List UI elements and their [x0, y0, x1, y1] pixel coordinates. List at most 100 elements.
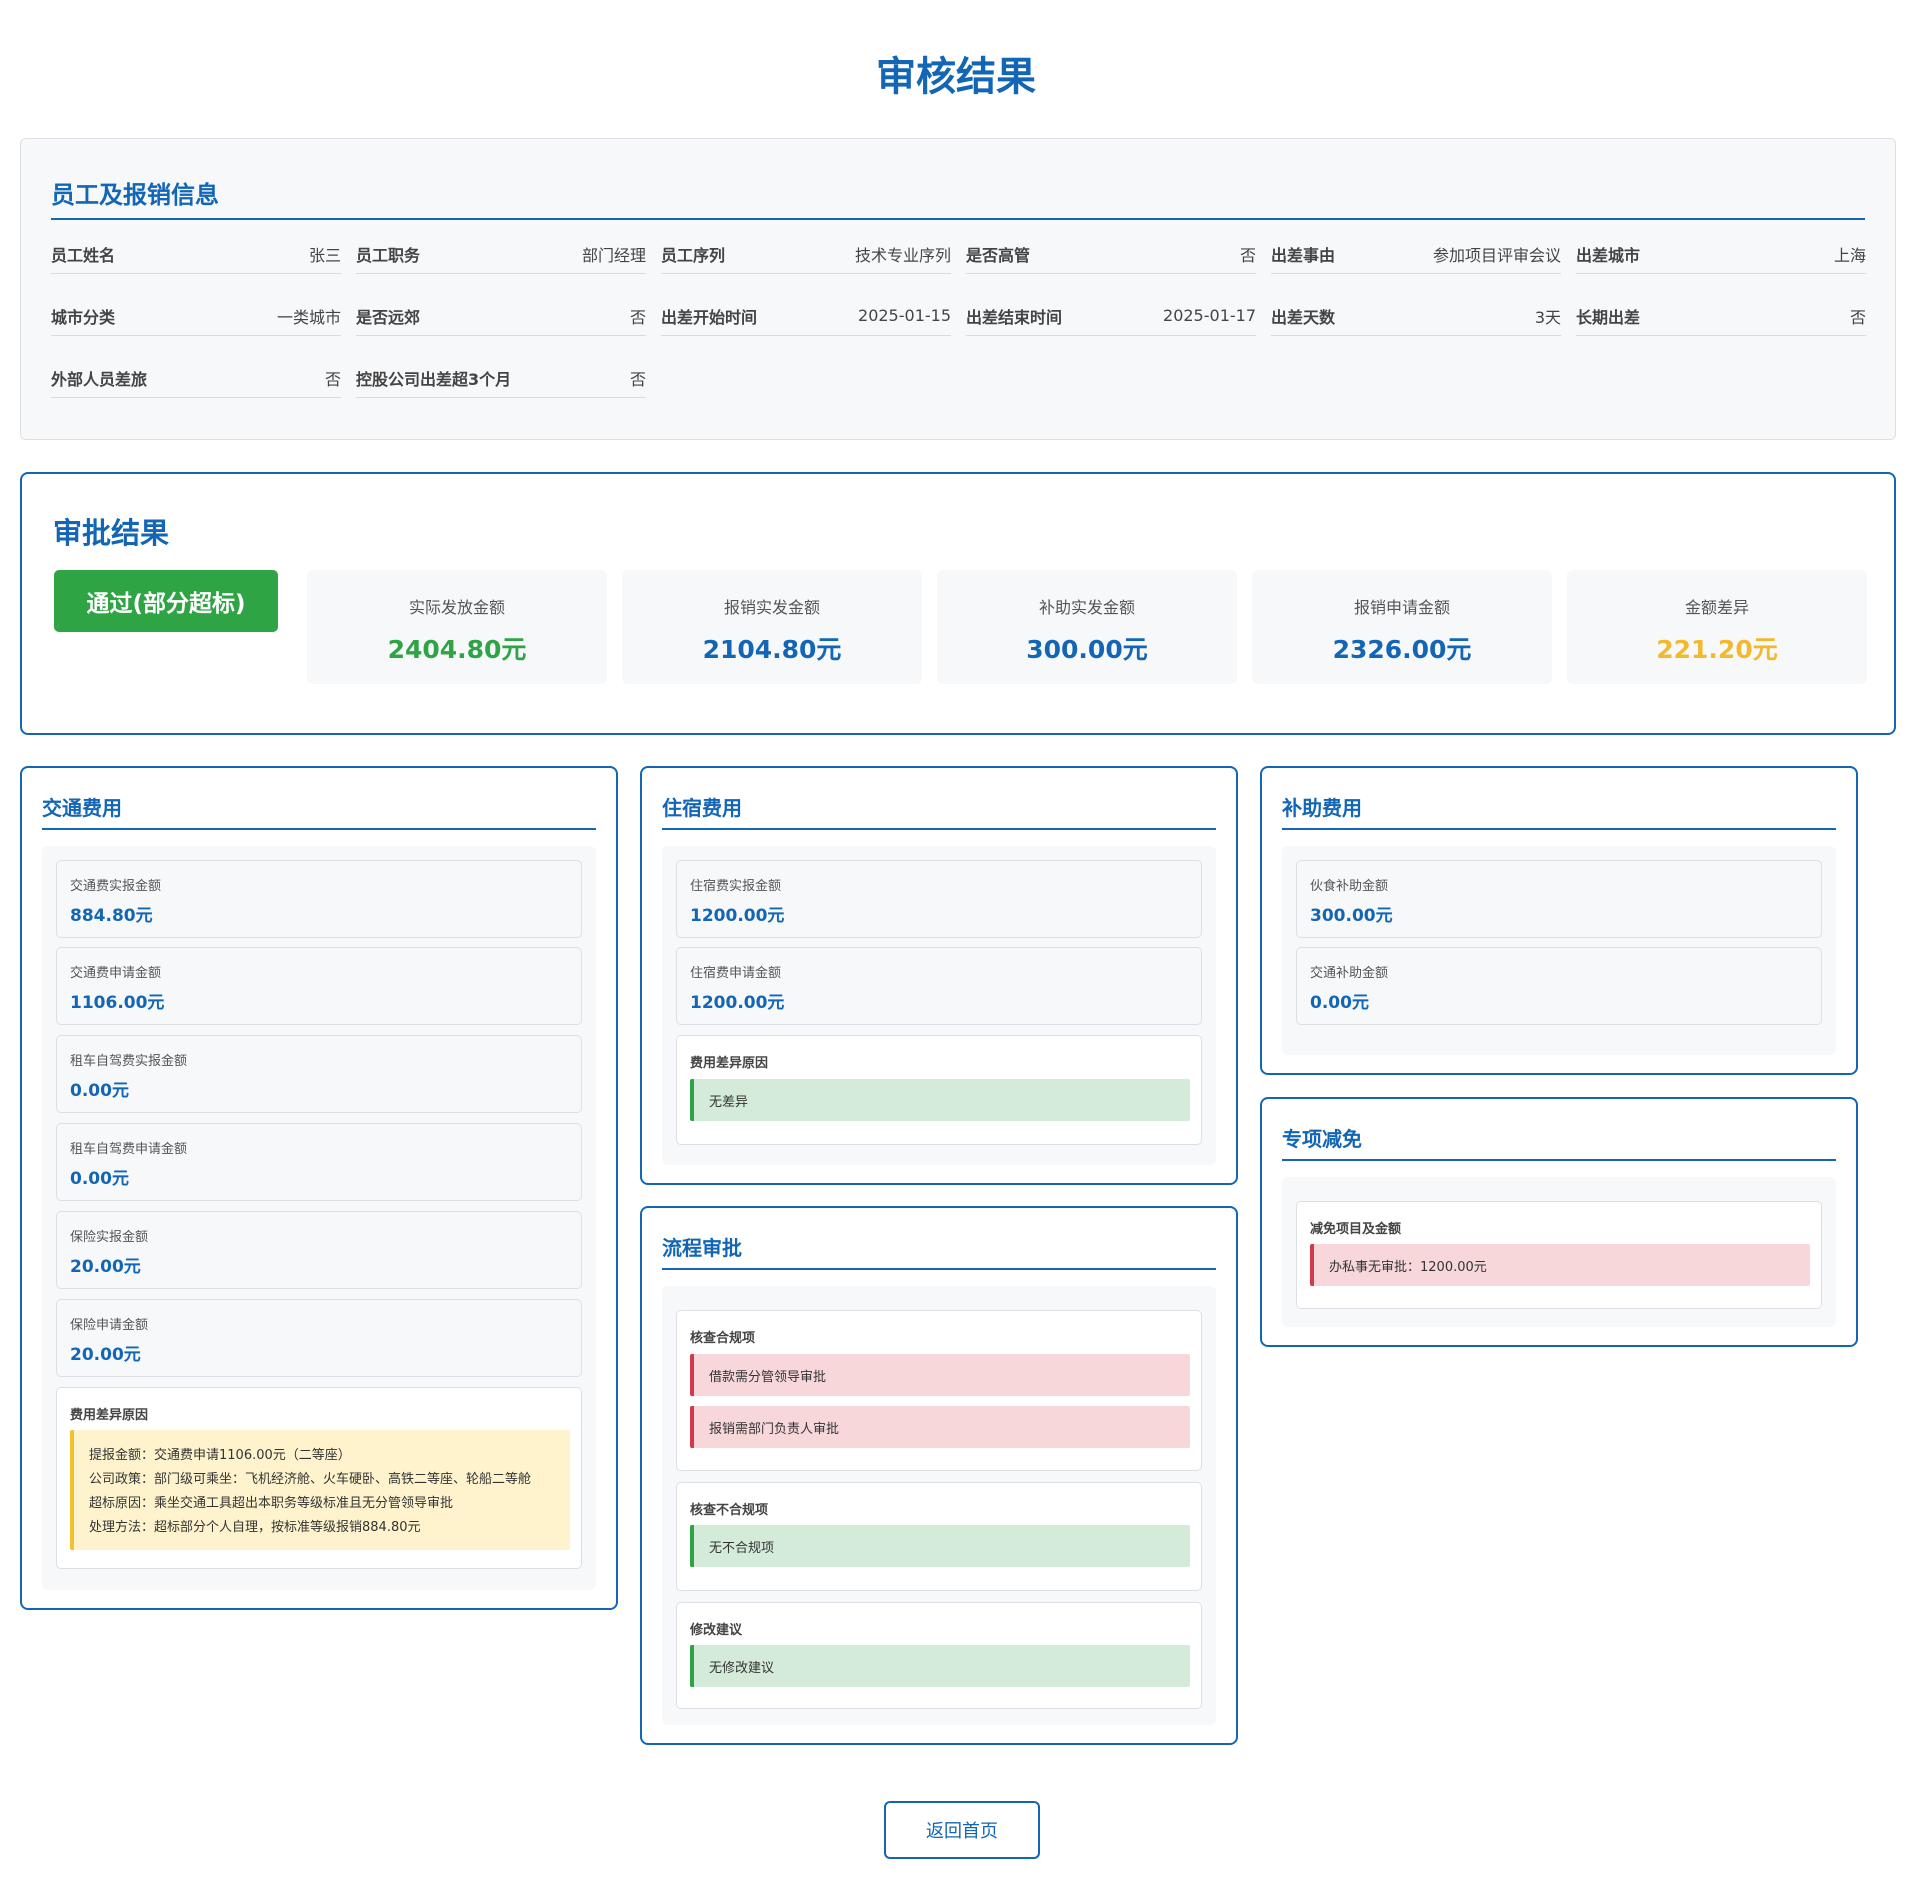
- metric-card: 金额差异 221.20元: [1567, 570, 1867, 684]
- amount-box: 住宿费申请金额 1200.00元: [676, 947, 1202, 1025]
- diff-reason-label: 费用差异原因: [70, 1408, 149, 1423]
- amount-label: 交通费申请金额: [70, 966, 162, 981]
- amount-box: 租车自驾费申请金额 0.00元: [56, 1123, 582, 1201]
- info-field: 控股公司出差超3个月 否: [356, 358, 646, 398]
- diff-reason-note: 无差异: [690, 1079, 1190, 1121]
- amount-label: 交通补助金额: [1310, 966, 1389, 981]
- amount-label: 保险申请金额: [70, 1318, 149, 1333]
- amount-value: 1200.00元: [690, 993, 785, 1013]
- info-value: 张三: [308, 245, 341, 265]
- divider: [662, 1268, 1216, 1270]
- info-value: 2025-01-17: [1163, 306, 1256, 325]
- info-field: 外部人员差旅 否: [51, 358, 341, 398]
- amount-value: 0.00元: [70, 1169, 129, 1189]
- info-label: 长期出差: [1576, 307, 1641, 327]
- suggestion-note: 无修改建议: [690, 1645, 1190, 1687]
- metric-label: 补助实发金额: [1038, 598, 1135, 617]
- amount-box: 交通费实报金额 884.80元: [56, 860, 582, 938]
- divider: [662, 828, 1216, 830]
- compliant-label: 核查合规项: [690, 1331, 756, 1346]
- info-field: 是否远郊 否: [356, 296, 646, 336]
- noncompliant-box: 核查不合规项 无不合规项: [676, 1482, 1202, 1591]
- metric-label: 报销申请金额: [1353, 598, 1450, 617]
- amount-value: 20.00元: [70, 1257, 141, 1277]
- card-body: 住宿费实报金额 1200.00元 住宿费申请金额 1200.00元 费用差异原因 无…: [662, 846, 1216, 1165]
- info-field: 员工职务 部门经理: [356, 234, 646, 274]
- amount-value: 1106.00元: [70, 993, 165, 1013]
- card-title: 流程审批: [662, 1236, 742, 1260]
- diff-reason-label: 费用差异原因: [690, 1056, 769, 1071]
- amount-box: 保险实报金额 20.00元: [56, 1211, 582, 1289]
- deduction-card: 专项减免 减免项目及金额 办私事无审批：1200.00元: [1260, 1097, 1858, 1347]
- approval-panel: 审批结果 通过(部分超标) 实际发放金额 2404.80元 报销实发金额 2104.…: [20, 472, 1896, 735]
- metric-label: 实际发放金额: [408, 598, 505, 617]
- compliant-box: 核查合规项 借款需分管领导审批 报销需部门负责人审批: [676, 1310, 1202, 1471]
- metric-value: 2404.80元: [387, 635, 527, 664]
- back-home-button[interactable]: 返回首页: [884, 1801, 1040, 1859]
- divider: [1282, 828, 1836, 830]
- metric-card: 实际发放金额 2404.80元: [307, 570, 607, 684]
- info-value: 参加项目评审会议: [1432, 245, 1561, 265]
- employee-info-title: 员工及报销信息: [51, 181, 219, 209]
- process-card: 流程审批 核查合规项 借款需分管领导审批 报销需部门负责人审批 核查不合规项 无…: [640, 1206, 1238, 1745]
- info-label: 外部人员差旅: [51, 369, 148, 389]
- diff-line: 超标原因：乘坐交通工具超出本职务等级标准且无分管领导审批: [89, 1496, 454, 1511]
- metric-value: 2326.00元: [1332, 635, 1472, 664]
- info-value: 一类城市: [276, 307, 341, 327]
- info-label: 出差事由: [1271, 245, 1336, 265]
- status-badge: 通过(部分超标): [54, 570, 278, 632]
- amount-value: 300.00元: [1310, 906, 1393, 926]
- deduction-box: 减免项目及金额 办私事无审批：1200.00元: [1296, 1201, 1822, 1309]
- amount-box: 保险申请金额 20.00元: [56, 1299, 582, 1377]
- info-field: 是否高管 否: [966, 234, 1256, 274]
- card-title: 住宿费用: [662, 796, 742, 820]
- info-value: 否: [1849, 307, 1866, 327]
- diff-line: 处理方法：超标部分个人自理，按标准等级报销884.80元: [89, 1520, 421, 1535]
- metric-label: 报销实发金额: [723, 598, 820, 617]
- card-title: 专项减免: [1282, 1127, 1362, 1151]
- amount-box: 租车自驾费实报金额 0.00元: [56, 1035, 582, 1113]
- subsidy-card: 补助费用 伙食补助金额 300.00元 交通补助金额 0.00元: [1260, 766, 1858, 1075]
- info-value: 部门经理: [581, 245, 646, 265]
- amount-label: 保险实报金额: [70, 1230, 149, 1245]
- compliant-item: 报销需部门负责人审批: [690, 1406, 1190, 1448]
- diff-line: 提报金额：交通费申请1106.00元（二等座）: [89, 1448, 351, 1463]
- card-title: 交通费用: [42, 796, 122, 820]
- metric-card: 补助实发金额 300.00元: [937, 570, 1237, 684]
- transport-card: 交通费用 交通费实报金额 884.80元 交通费申请金额 1106.00元 租车自驾…: [20, 766, 618, 1610]
- info-label: 出差开始时间: [661, 307, 758, 327]
- amount-box: 住宿费实报金额 1200.00元: [676, 860, 1202, 938]
- divider: [42, 828, 596, 830]
- amount-label: 伙食补助金额: [1310, 879, 1389, 894]
- info-label: 控股公司出差超3个月: [356, 369, 512, 389]
- amount-value: 884.80元: [70, 906, 153, 926]
- info-field: 出差天数 3天: [1271, 296, 1561, 336]
- noncompliant-note: 无不合规项: [690, 1525, 1190, 1567]
- info-field: 出差开始时间 2025-01-15: [661, 296, 951, 336]
- amount-box: 交通补助金额 0.00元: [1296, 947, 1822, 1025]
- amount-value: 20.00元: [70, 1345, 141, 1365]
- card-body: 核查合规项 借款需分管领导审批 报销需部门负责人审批 核查不合规项 无不合规项 …: [662, 1286, 1216, 1725]
- info-field: 出差城市 上海: [1576, 234, 1866, 274]
- info-value: 2025-01-15: [858, 306, 951, 325]
- info-label: 员工序列: [661, 245, 726, 265]
- amount-box: 交通费申请金额 1106.00元: [56, 947, 582, 1025]
- suggestion-box: 修改建议 无修改建议: [676, 1602, 1202, 1709]
- metric-label: 金额差异: [1684, 598, 1749, 617]
- info-label: 城市分类: [51, 307, 116, 327]
- info-label: 员工姓名: [51, 245, 116, 265]
- employee-info-grid: 员工姓名 张三 员工职务 部门经理 员工序列 技术专业序列 是否高管否 出差事由 参加项…: [51, 234, 1866, 398]
- card-body: 减免项目及金额 办私事无审批：1200.00元: [1282, 1177, 1836, 1327]
- info-value: 3天: [1534, 307, 1561, 327]
- info-field: 城市分类 一类城市: [51, 296, 341, 336]
- amount-label: 租车自驾费申请金额: [70, 1142, 188, 1157]
- info-field: 员工序列 技术专业序列: [661, 234, 951, 274]
- diff-line: 公司政策：部门级可乘坐：飞机经济舱、火车硬卧、高铁二等座、轮船二等舱: [89, 1472, 532, 1487]
- info-field: 出差事由 参加项目评审会议: [1271, 234, 1561, 274]
- card-title: 补助费用: [1282, 796, 1362, 820]
- info-label: 是否高管: [966, 245, 1031, 265]
- metric-card: 报销实发金额 2104.80元: [622, 570, 922, 684]
- info-label: 出差天数: [1271, 307, 1336, 327]
- amount-label: 住宿费实报金额: [690, 879, 782, 894]
- amount-value: 0.00元: [1310, 993, 1369, 1013]
